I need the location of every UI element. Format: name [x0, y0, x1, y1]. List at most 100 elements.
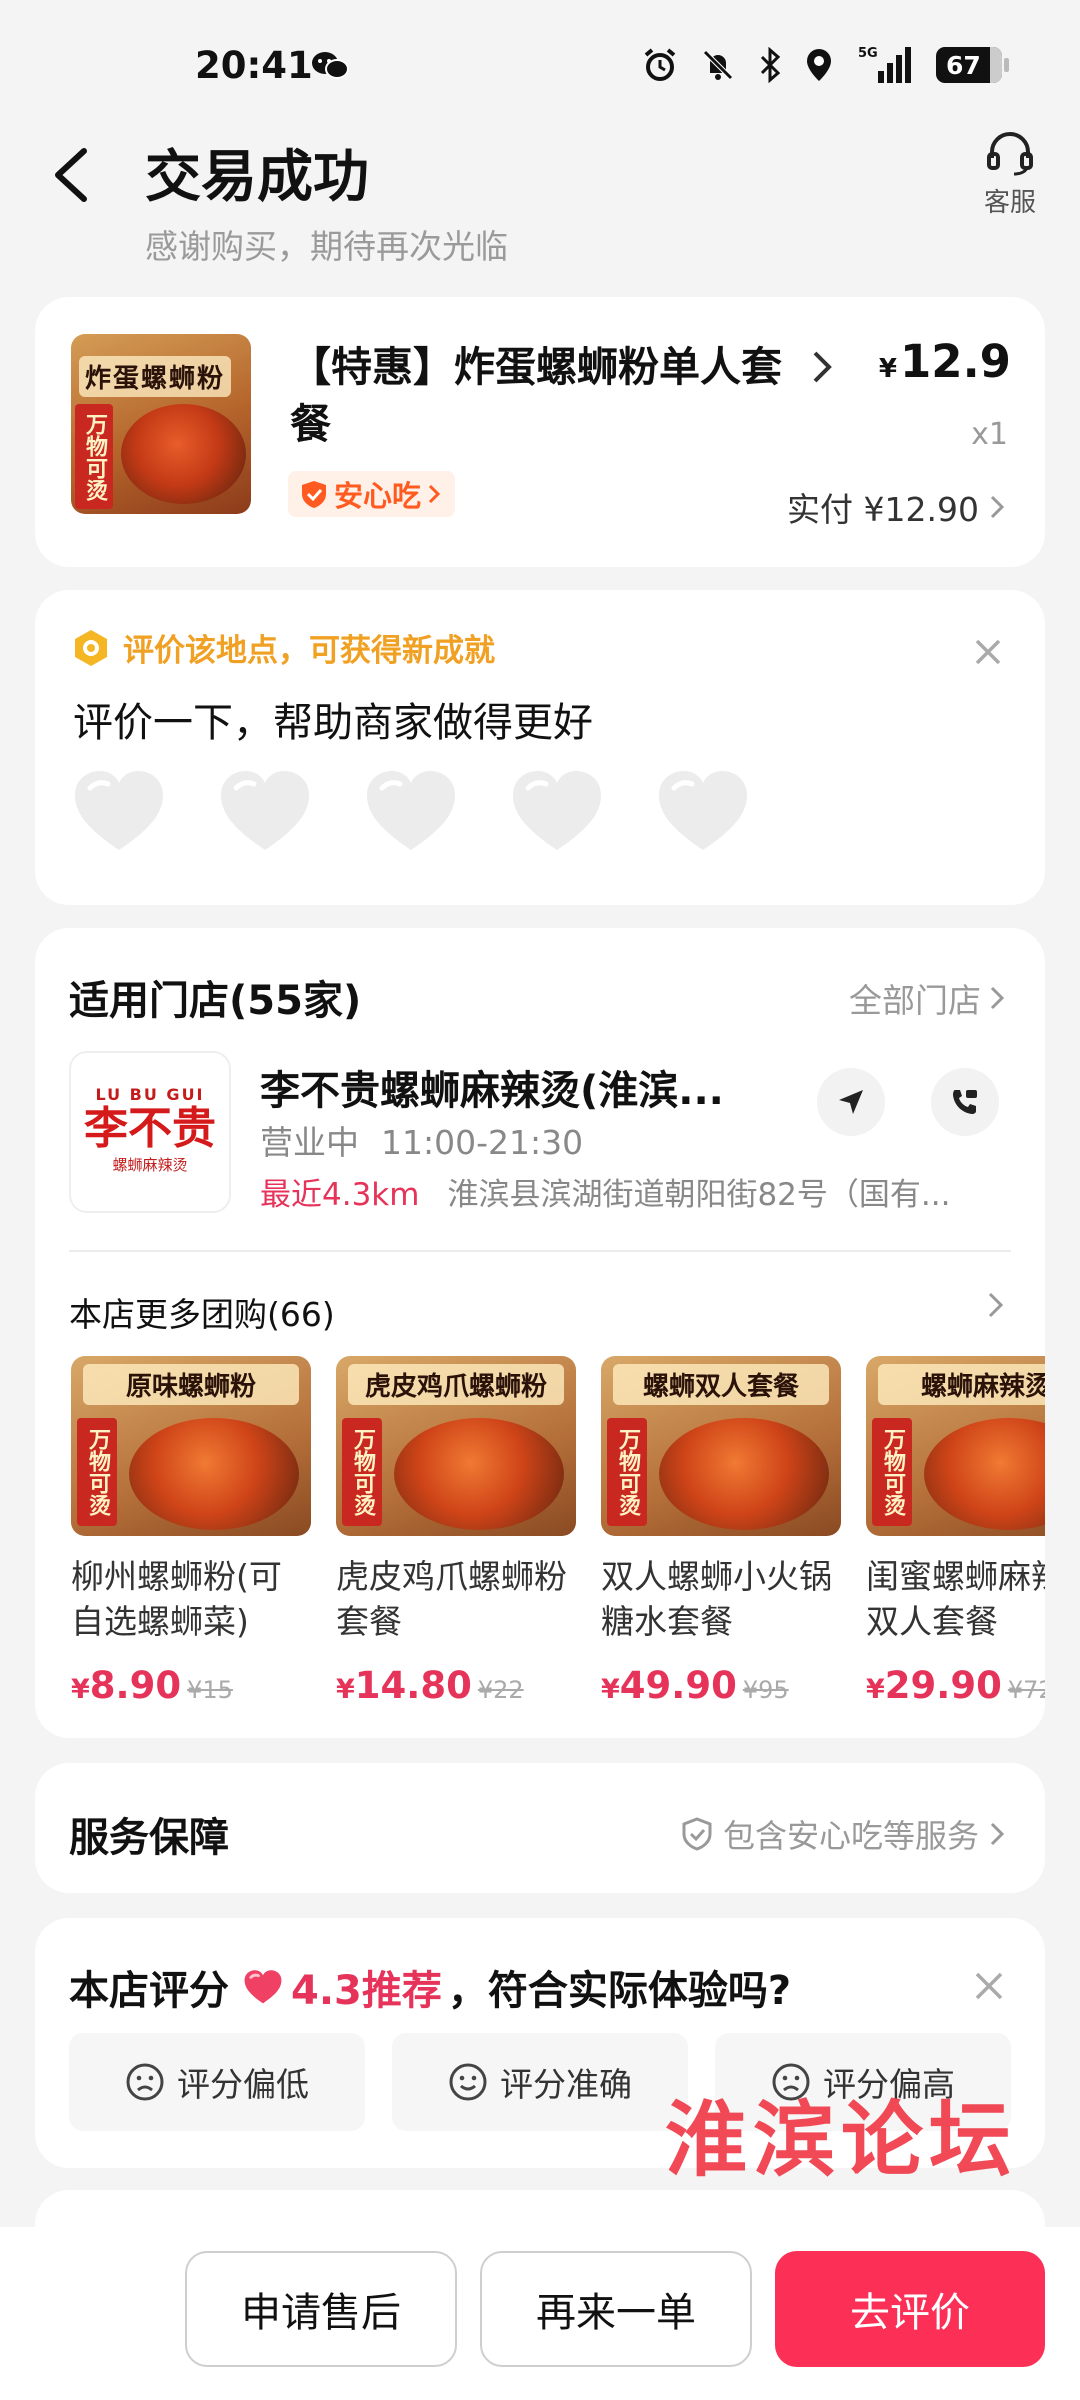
deal-original-price: ¥15	[187, 1676, 233, 1704]
stores-section-title: 适用门店(55家)	[69, 978, 362, 1024]
store-name[interactable]: 李不贵螺蛳麻辣烫(淮滨...	[260, 1058, 724, 1116]
deal-image-banner: 虎皮鸡爪螺蛳粉	[348, 1364, 564, 1405]
service-title: 服务保障	[69, 1815, 229, 1861]
chevron-right-icon	[990, 495, 1005, 519]
call-store-button[interactable]	[931, 1068, 999, 1136]
heart-icon[interactable]	[364, 768, 458, 854]
chevron-right-icon	[990, 986, 1005, 1010]
navigate-button[interactable]	[817, 1068, 885, 1136]
price-value: 12.9	[899, 335, 1011, 388]
deal-name: 柳州螺蛳粉(可自选螺蛳菜)	[71, 1557, 282, 1641]
score-prefix: 本店评分	[69, 1968, 229, 2014]
service-description: 包含安心吃等服务	[722, 1817, 979, 1855]
heart-icon[interactable]	[656, 768, 750, 854]
customer-service-label: 客服	[983, 188, 1036, 218]
heart-rating[interactable]	[72, 768, 750, 854]
heart-icon[interactable]	[218, 768, 312, 854]
page-subtitle: 感谢购买，期待再次光临	[145, 227, 508, 266]
navigation-arrow-icon	[839, 1090, 863, 1114]
order-card[interactable]: 炸蛋螺蛳粉 万物可烫 【特惠】炸蛋螺蛳粉单人套餐 ¥12.9 x1 安心吃 实付…	[35, 297, 1045, 567]
product-price: ¥12.9	[879, 335, 1011, 388]
alarm-icon	[644, 48, 676, 81]
more-deals-list[interactable]: 原味螺蛳粉 万物可烫 柳州螺蛳粉(可自选螺蛳菜) ¥8.90 ¥15 虎皮鸡爪螺蛳…	[71, 1356, 1045, 1716]
status-bar: 20:41 5G 67	[0, 0, 1080, 130]
battery-indicator: 67	[936, 47, 1009, 83]
heart-icon	[244, 1970, 282, 2004]
paid-amount[interactable]: 实付 ¥12.90	[787, 483, 1005, 531]
deal-name: 虎皮鸡爪螺蛳粉套餐	[336, 1557, 567, 1641]
divider	[69, 1250, 1011, 1252]
deal-image-banner: 螺蛳双人套餐	[613, 1364, 829, 1405]
chevron-right-icon	[428, 484, 441, 504]
smile-face-icon	[449, 2063, 487, 2101]
deal-image: 螺蛳麻辣烫 万物可烫	[866, 1356, 1045, 1536]
deal-card[interactable]: 螺蛳双人套餐 万物可烫 双人螺蛳小火锅糖水套餐 ¥49.90 ¥95	[601, 1356, 841, 1707]
deal-card[interactable]: 螺蛳麻辣烫 万物可烫 闺蜜螺蛳麻辣烫双人套餐 ¥29.90¥72	[866, 1356, 1045, 1707]
deal-image: 虎皮鸡爪螺蛳粉 万物可烫	[336, 1356, 576, 1536]
deal-card[interactable]: 虎皮鸡爪螺蛳粉 万物可烫 虎皮鸡爪螺蛳粉套餐 ¥14.80 ¥22	[336, 1356, 576, 1707]
chevron-right-icon[interactable]	[987, 1290, 1005, 1320]
currency-symbol: ¥	[878, 354, 897, 384]
chevron-right-icon[interactable]	[810, 347, 834, 387]
order-thumbnail: 炸蛋螺蛳粉 万物可烫	[71, 334, 251, 514]
customer-service-button[interactable]: 客服	[975, 130, 1045, 219]
bluetooth-icon	[760, 47, 781, 83]
deal-price: ¥8.90 ¥15	[71, 1664, 233, 1707]
score-low-option[interactable]: 评分偏低	[69, 2033, 365, 2131]
score-suffix: ，符合实际体验吗?	[447, 1968, 792, 2014]
deal-price-value: 8.90	[89, 1664, 182, 1707]
deal-original-price: ¥22	[477, 1676, 524, 1704]
svg-text:5G: 5G	[858, 46, 878, 61]
thumbnail-tag: 万物可烫	[75, 404, 113, 509]
service-guarantee-card[interactable]: 服务保障 包含安心吃等服务	[35, 1763, 1045, 1893]
all-stores-label: 全部门店	[849, 981, 981, 1020]
sad-face-icon	[126, 2063, 164, 2101]
deal-original-price: ¥95	[742, 1676, 789, 1704]
service-detail-link[interactable]: 包含安心吃等服务	[681, 1811, 1005, 1857]
shield-check-icon	[302, 481, 326, 508]
store-address-text: 淮滨县滨湖街道朝阳街82号（国有...	[447, 1177, 951, 1213]
back-icon[interactable]	[46, 145, 96, 205]
thumbnail-title: 炸蛋螺蛳粉	[79, 356, 232, 397]
deal-name: 闺蜜螺蛳麻辣烫双人套餐	[866, 1557, 1045, 1641]
store-distance: 最近4.3km	[260, 1177, 420, 1213]
deal-price-value: 49.90	[619, 1664, 737, 1707]
paid-amount-label: 实付 ¥12.90	[787, 490, 979, 529]
more-deals-title: 本店更多团购(66)	[69, 1295, 335, 1334]
deal-original-price: ¥72	[1007, 1676, 1045, 1704]
write-review-button[interactable]: 去评价	[775, 2251, 1045, 2367]
battery-level: 67	[946, 50, 981, 80]
deal-price-value: 14.80	[354, 1664, 472, 1707]
store-score-question: 本店评分 4.3推荐 ，符合实际体验吗?	[69, 1958, 791, 2016]
deal-image: 螺蛳双人套餐 万物可烫	[601, 1356, 841, 1536]
all-stores-link[interactable]: 全部门店	[849, 974, 1005, 1022]
store-address[interactable]: 最近4.3km 淮滨县滨湖街道朝阳街82号（国有...	[260, 1169, 950, 1214]
store-logo-pinyin: LU BU GUI	[95, 1085, 205, 1104]
deal-image-banner: 螺蛳麻辣烫	[878, 1364, 1045, 1405]
wechat-icon	[312, 52, 349, 79]
heart-icon[interactable]	[510, 768, 604, 854]
heart-icon[interactable]	[72, 768, 166, 854]
deal-card[interactable]: 原味螺蛳粉 万物可烫 柳州螺蛳粉(可自选螺蛳菜) ¥8.90 ¥15	[71, 1356, 311, 1707]
store-hours-range: 11:00-21:30	[381, 1123, 584, 1162]
store-open-status: 营业中	[260, 1123, 359, 1162]
mute-icon	[703, 50, 733, 80]
badge-label: 安心吃	[334, 479, 422, 513]
deal-image: 原味螺蛳粉 万物可烫	[71, 1356, 311, 1536]
safe-eat-badge[interactable]: 安心吃	[288, 471, 456, 517]
store-logo-subtitle: 螺蛳麻辣烫	[112, 1156, 188, 1174]
reorder-button[interactable]: 再来一单	[480, 2251, 752, 2367]
store-logo[interactable]: LU BU GUI 李不贵 螺蛳麻辣烫	[69, 1051, 231, 1213]
achievement-hint: 评价该地点，可获得新成就	[71, 625, 495, 670]
forum-watermark: 淮滨论坛	[665, 2092, 1018, 2188]
product-name[interactable]: 【特惠】炸蛋螺蛳粉单人套餐	[290, 339, 810, 453]
deal-price: ¥14.80 ¥22	[336, 1664, 524, 1707]
after-sale-button[interactable]: 申请售后	[185, 2251, 457, 2367]
review-prompt-title: 评价一下，帮助商家做得更好	[73, 700, 593, 746]
deal-price: ¥29.90¥72	[866, 1664, 1045, 1707]
close-icon[interactable]	[973, 637, 1003, 667]
chevron-right-icon	[990, 1822, 1005, 1846]
score-accurate-option[interactable]: 评分准确	[392, 2033, 688, 2131]
store-hours: 营业中 11:00-21:30	[260, 1116, 583, 1164]
close-icon[interactable]	[973, 1970, 1005, 2002]
